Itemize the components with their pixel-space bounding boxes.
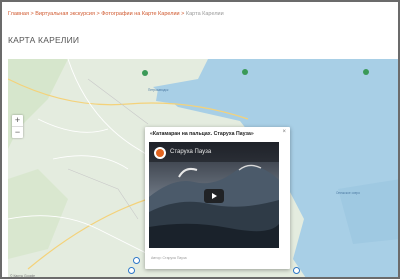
video-title[interactable]: Старуха Пауза	[170, 149, 211, 155]
zoom-control: + −	[12, 115, 23, 138]
map-attribution[interactable]: © Карты Google	[10, 274, 35, 277]
map-pin-icon[interactable]	[128, 267, 135, 274]
map-pin-icon[interactable]	[293, 267, 300, 274]
close-icon[interactable]: ×	[282, 129, 286, 135]
zoom-in-button[interactable]: +	[12, 115, 23, 126]
park-marker-icon[interactable]	[242, 69, 248, 75]
play-button-icon[interactable]	[204, 189, 224, 203]
breadcrumb-separator: >	[30, 11, 34, 17]
breadcrumb: Главная > Виртуальная экскурсия > Фотогр…	[8, 11, 224, 17]
breadcrumb-item-photos[interactable]: Фотографии на Карте Карелии	[101, 11, 179, 17]
map-pin-icon[interactable]	[133, 257, 140, 264]
breadcrumb-separator: >	[181, 11, 185, 17]
map-info-popup: «Катамаран на пальцах. Старуха Пауза» ×	[145, 127, 290, 269]
popup-caption: Автор: Старуха Пауза	[151, 256, 187, 260]
map-label-lake: Онежское озеро	[336, 191, 361, 195]
channel-avatar[interactable]	[154, 147, 166, 159]
breadcrumb-current: Карта Карелии	[185, 11, 224, 17]
breadcrumb-item-tour[interactable]: Виртуальная экскурсия	[35, 11, 95, 17]
browser-frame: Главная > Виртуальная экскурсия > Фотогр…	[0, 0, 400, 279]
park-marker-icon[interactable]	[142, 70, 148, 76]
map-label-city: Петрозаводск	[148, 88, 169, 92]
park-marker-icon[interactable]	[363, 69, 369, 75]
page-title: КАРТА КАРЕЛИИ	[8, 35, 80, 45]
video-player[interactable]: Старуха Пауза	[149, 142, 279, 248]
zoom-out-button[interactable]: −	[12, 126, 23, 138]
breadcrumb-item-home[interactable]: Главная	[8, 11, 29, 17]
breadcrumb-separator: >	[96, 11, 100, 17]
popup-title: «Катамаран на пальцах. Старуха Пауза»	[150, 131, 254, 137]
